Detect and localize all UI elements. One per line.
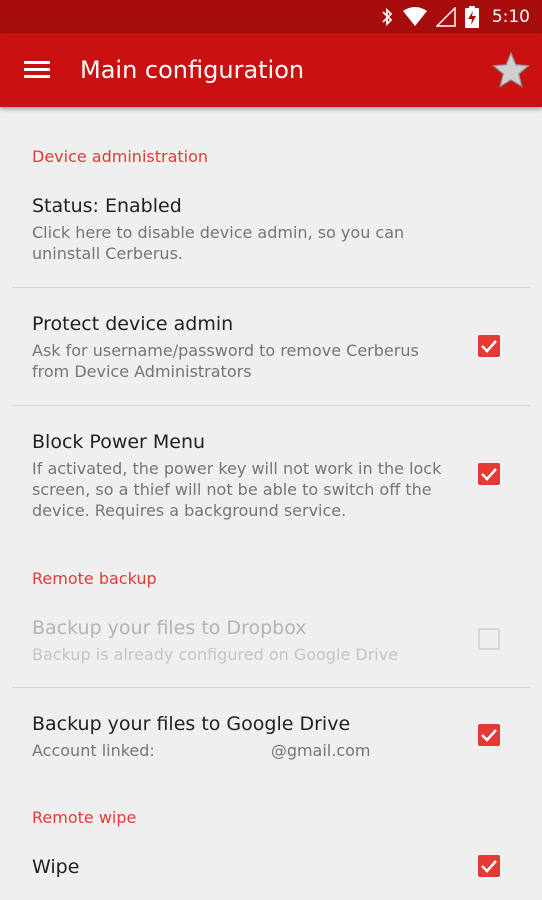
pref-title: Protect device admin [32, 313, 234, 335]
pref-wipe[interactable]: Wipe [0, 847, 542, 897]
wipe-checkbox[interactable] [478, 855, 500, 877]
section-header-remote-backup: Remote backup [32, 569, 157, 588]
section-header-remote-wipe: Remote wipe [32, 808, 137, 827]
section-header-device-administration: Device administration [32, 147, 209, 166]
divider [12, 405, 530, 406]
checkmark-icon [481, 860, 497, 873]
status-bar: 5:10 [0, 0, 542, 33]
account-email: @gmail.com [270, 741, 371, 760]
pref-backup-google-drive[interactable]: Backup your files to Google Drive Accoun… [0, 704, 542, 784]
battery-charging-icon [464, 5, 479, 28]
bluetooth-icon [382, 7, 393, 26]
page-title: Main configuration [80, 56, 305, 84]
divider [12, 287, 530, 288]
checkmark-icon [481, 340, 497, 353]
pref-block-power-menu[interactable]: Block Power Menu If activated, the power… [0, 422, 542, 532]
divider [12, 687, 530, 688]
checkmark-icon [481, 729, 497, 742]
pref-summary: Ask for username/password to remove Cerb… [32, 341, 419, 381]
status-icons: 5:10 [380, 0, 530, 33]
pref-summary: Account linked: @gmail.com [32, 740, 452, 761]
pref-summary: Backup is already configured on Google D… [32, 645, 399, 664]
pref-title: Backup your files to Dropbox [32, 617, 307, 639]
account-linked-label: Account linked: [32, 741, 155, 760]
pref-protect-device-admin[interactable]: Protect device admin Ask for username/pa… [0, 304, 542, 404]
wifi-icon [402, 6, 427, 26]
pref-summary: Click here to disable device admin, so y… [32, 223, 405, 263]
block-power-menu-checkbox[interactable] [478, 463, 500, 485]
backup-google-drive-checkbox[interactable] [478, 724, 500, 746]
cell-signal-icon [435, 6, 456, 27]
pref-title: Backup your files to Google Drive [32, 713, 351, 735]
backup-dropbox-checkbox [478, 628, 500, 650]
hamburger-menu-icon[interactable] [22, 57, 52, 83]
checkmark-icon [481, 468, 497, 481]
star-icon[interactable] [492, 51, 530, 89]
protect-device-admin-checkbox[interactable] [478, 335, 500, 357]
pref-backup-dropbox: Backup your files to Dropbox Backup is a… [0, 608, 542, 686]
pref-title: Status: Enabled [32, 195, 182, 217]
pref-summary: If activated, the power key will not wor… [32, 459, 442, 520]
pref-status[interactable]: Status: Enabled Click here to disable de… [0, 186, 542, 286]
pref-title: Block Power Menu [32, 431, 206, 453]
pref-title: Wipe [32, 856, 80, 878]
app-bar: Main configuration [0, 33, 542, 107]
clock: 5:10 [491, 6, 530, 27]
